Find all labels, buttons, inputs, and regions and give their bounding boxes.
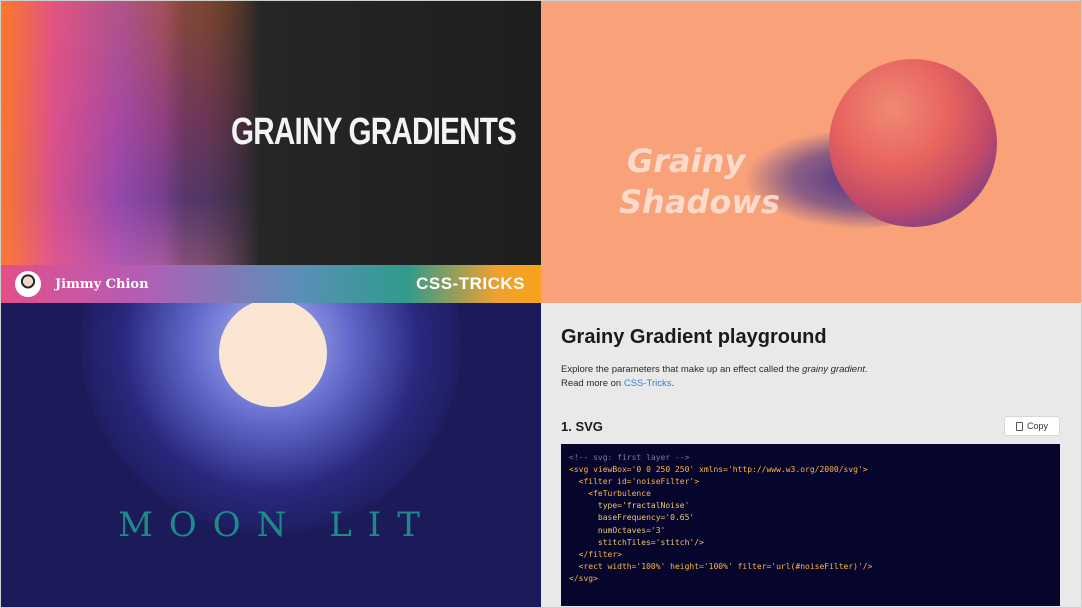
code-line: <svg viewBox='0 0 250 250' xmlns='http:/…: [569, 465, 868, 475]
page-title: Grainy Gradient playground: [561, 326, 827, 348]
moon-lit-title: MOON LIT: [118, 505, 436, 545]
code-block[interactable]: <!-- svg: first layer --> <svg viewBox='…: [561, 444, 1060, 606]
copy-button[interactable]: Copy: [1004, 416, 1060, 436]
code-line: <!-- svg: first layer -->: [569, 453, 690, 462]
sphere-illustration: [829, 59, 997, 227]
description-line-1: Explore the parameters that make up an e…: [561, 363, 868, 377]
description-emphasis: grainy gradient: [802, 364, 866, 375]
code-line: </filter>: [569, 549, 622, 559]
author-name: Jimmy Chion: [55, 276, 149, 292]
description-line-2: Read more on CSS-Tricks.: [561, 377, 868, 391]
copy-label: Copy: [1026, 421, 1048, 431]
grainy-gradients-panel: GRAINY GRADIENTS Jimmy Chion CSS-TRICKS: [1, 1, 541, 303]
author-bar: Jimmy Chion CSS-TRICKS: [1, 265, 541, 303]
description: Explore the parameters that make up an e…: [561, 363, 868, 391]
code-line: </svg>: [569, 573, 598, 583]
read-more-text: Read more on: [561, 378, 624, 389]
moon-illustration: [219, 303, 327, 407]
brand-logo: CSS-TRICKS: [416, 274, 525, 293]
css-tricks-link[interactable]: CSS-Tricks: [624, 378, 672, 389]
code-line: numOctaves='3': [569, 525, 666, 535]
copy-icon: [1015, 421, 1023, 431]
grainy-shadows-title-line1: Grainy: [627, 142, 746, 180]
playground-panel: Grainy Gradient playground Explore the p…: [541, 303, 1081, 607]
avatar: [15, 271, 41, 297]
description-text: Explore the parameters that make up an e…: [561, 364, 803, 375]
code-line: <filter id='noiseFilter'>: [569, 477, 700, 487]
read-more-period: .: [671, 378, 675, 389]
description-period: .: [865, 364, 868, 375]
section-title: 1. SVG: [561, 419, 603, 434]
grainy-shadows-title-line2: Shadows: [619, 183, 780, 221]
moon-lit-panel: MOON LIT: [1, 303, 541, 607]
code-line: <rect width='100%' height='100%' filter=…: [569, 561, 873, 571]
code-line: baseFrequency='0.65': [569, 513, 695, 523]
grainy-shadows-panel: Grainy Shadows: [541, 1, 1081, 303]
grainy-gradients-title: GRAINY GRADIENTS: [231, 111, 517, 153]
code-line: stitchTiles='stitch'/>: [569, 537, 704, 547]
code-line: type='fractalNoise': [569, 501, 690, 511]
code-line: <feTurbulence: [569, 489, 651, 499]
